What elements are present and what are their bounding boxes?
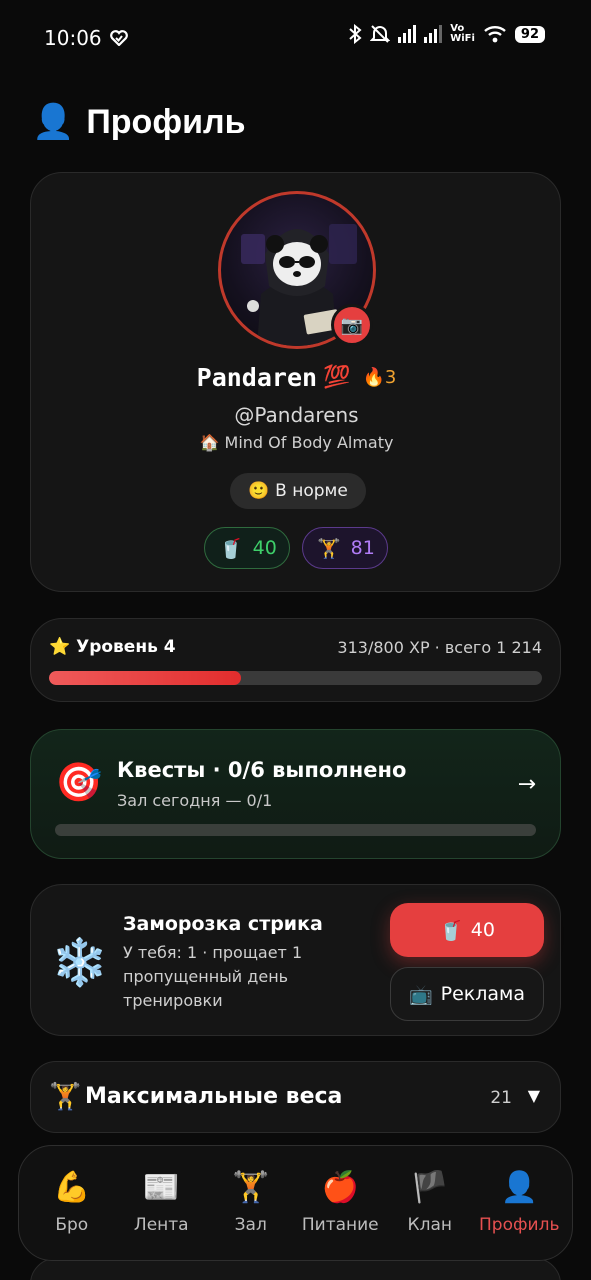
nav-item-gym[interactable]: 🏋 Зал xyxy=(208,1170,294,1236)
gym-row: 🏠 Mind Of Body Almaty xyxy=(31,433,562,452)
heart-check-icon xyxy=(109,30,128,46)
streak-count: 3 xyxy=(384,367,397,388)
nav-item-bro[interactable]: 💪 Бро xyxy=(29,1170,115,1236)
flag-icon: 🏴 xyxy=(411,1170,449,1205)
drink-stat-value: 40 xyxy=(252,537,277,559)
profile-card: 📷 Pandaren 💯 🔥3 @Pandarens 🏠 Mind Of Bod… xyxy=(30,172,561,592)
nav-item-feed[interactable]: 📰 Лента xyxy=(118,1170,204,1236)
workout-stat-value: 81 xyxy=(350,537,375,559)
avatar-container[interactable]: 📷 xyxy=(218,191,376,349)
hundred-icon: 💯 xyxy=(323,365,351,390)
watch-ad-label: Реклама xyxy=(440,983,526,1005)
nav-item-clan[interactable]: 🏴 Клан xyxy=(387,1170,473,1236)
mood-button[interactable]: 🙂 В норме xyxy=(230,473,366,509)
mute-icon xyxy=(370,25,391,43)
user-icon: 👤 xyxy=(500,1170,538,1205)
signal-1-icon xyxy=(398,25,417,43)
nav-item-nutrition[interactable]: 🍎 Питание xyxy=(297,1170,383,1236)
user-icon: 👤 xyxy=(32,102,75,142)
nav-label: Бро xyxy=(55,1215,89,1235)
bluetooth-icon xyxy=(349,24,362,44)
camera-icon: 📷 xyxy=(340,314,364,336)
weightlifter-icon: 🏋 xyxy=(49,1082,82,1112)
page-header: 👤 Профиль xyxy=(32,102,245,142)
level-card[interactable]: ⭐ Уровень 4 313/800 XP · всего 1 214 xyxy=(30,618,561,702)
mood-label: В норме xyxy=(275,481,348,501)
target-icon: 🎯 xyxy=(55,760,103,804)
house-icon: 🏠 xyxy=(199,433,220,452)
change-photo-button[interactable]: 📷 xyxy=(331,304,373,346)
nav-label: Лента xyxy=(133,1215,189,1235)
quests-card[interactable]: 🎯 Квесты · 0/6 выполнено Зал сегодня — 0… xyxy=(30,729,561,859)
drink-stat-badge[interactable]: 🥤 40 xyxy=(204,527,290,569)
fire-icon: 🔥 xyxy=(362,367,385,388)
vowifi-icon: Vo WiFi xyxy=(450,23,475,44)
max-weights-title: Максимальные веса xyxy=(85,1084,343,1109)
nav-label: Клан xyxy=(407,1215,452,1235)
signal-2-icon xyxy=(424,25,443,43)
level-label: Уровень 4 xyxy=(76,637,176,657)
star-icon: ⭐ xyxy=(49,637,71,657)
drink-cup-icon: 🥤 xyxy=(219,537,243,560)
max-weights-count: 21 xyxy=(490,1088,512,1108)
freeze-description: У тебя: 1 · прощает 1 пропущенный день т… xyxy=(123,943,303,1010)
tv-icon: 📺 xyxy=(408,983,433,1006)
page-title: Профиль xyxy=(86,102,246,141)
watch-ad-button[interactable]: 📺 Реклама xyxy=(390,967,544,1021)
clock-text: 10:06 xyxy=(44,26,102,50)
status-indicators: Vo WiFi 92 xyxy=(348,24,545,44)
profile-name: Pandaren xyxy=(196,363,318,392)
status-bar: 10:06 Vo WiFi 92 xyxy=(0,0,591,76)
level-xp-text: 313/800 XP · всего 1 214 xyxy=(337,638,542,657)
arrow-right-icon[interactable]: → xyxy=(518,772,536,797)
buy-freeze-button[interactable]: 🥤 40 xyxy=(390,903,544,957)
status-time: 10:06 xyxy=(44,26,128,50)
battery-indicator: 92 xyxy=(514,25,545,43)
snowflake-icon: ❄️ xyxy=(51,935,109,989)
quests-subtitle: Зал сегодня — 0/1 xyxy=(117,791,273,810)
drink-cup-icon: 🥤 xyxy=(439,919,463,942)
level-progress-fill xyxy=(49,671,242,685)
freeze-title: Заморозка стрика xyxy=(123,913,323,935)
next-section-card xyxy=(30,1258,561,1280)
level-title: ⭐ Уровень 4 xyxy=(49,637,176,657)
biceps-icon: 💪 xyxy=(53,1170,91,1205)
gym-name: Mind Of Body Almaty xyxy=(224,433,394,452)
wifi-icon xyxy=(484,26,506,43)
buy-freeze-price: 40 xyxy=(470,919,495,941)
nav-item-profile[interactable]: 👤 Профиль xyxy=(476,1170,562,1236)
nav-label: Профиль xyxy=(479,1215,560,1235)
level-progress-bar xyxy=(49,671,542,685)
name-row: Pandaren 💯 🔥3 xyxy=(31,363,562,392)
nav-label: Питание xyxy=(301,1215,379,1235)
streak-badge: 🔥3 xyxy=(362,367,396,388)
bottom-navigation: 💪 Бро 📰 Лента 🏋 Зал 🍎 Питание 🏴 Клан 👤 П… xyxy=(18,1145,573,1261)
max-weights-section[interactable]: 🏋 Максимальные веса 21 ▼ xyxy=(30,1061,561,1133)
nav-label: Зал xyxy=(234,1215,267,1235)
quests-progress-bar xyxy=(55,824,536,836)
profile-username: @Pandarens xyxy=(234,403,359,427)
apple-icon: 🍎 xyxy=(321,1170,359,1205)
smile-icon: 🙂 xyxy=(248,481,270,501)
weightlifter-icon: 🏋 xyxy=(317,537,341,560)
workout-stat-badge[interactable]: 🏋 81 xyxy=(302,527,388,569)
weightlifter-icon: 🏋 xyxy=(232,1170,270,1205)
chevron-down-icon[interactable]: ▼ xyxy=(528,1086,540,1105)
streak-freeze-card: ❄️ Заморозка стрика У тебя: 1 · прощает … xyxy=(30,884,561,1036)
newspaper-icon: 📰 xyxy=(142,1170,180,1205)
quests-title: Квесты · 0/6 выполнено xyxy=(117,758,407,782)
